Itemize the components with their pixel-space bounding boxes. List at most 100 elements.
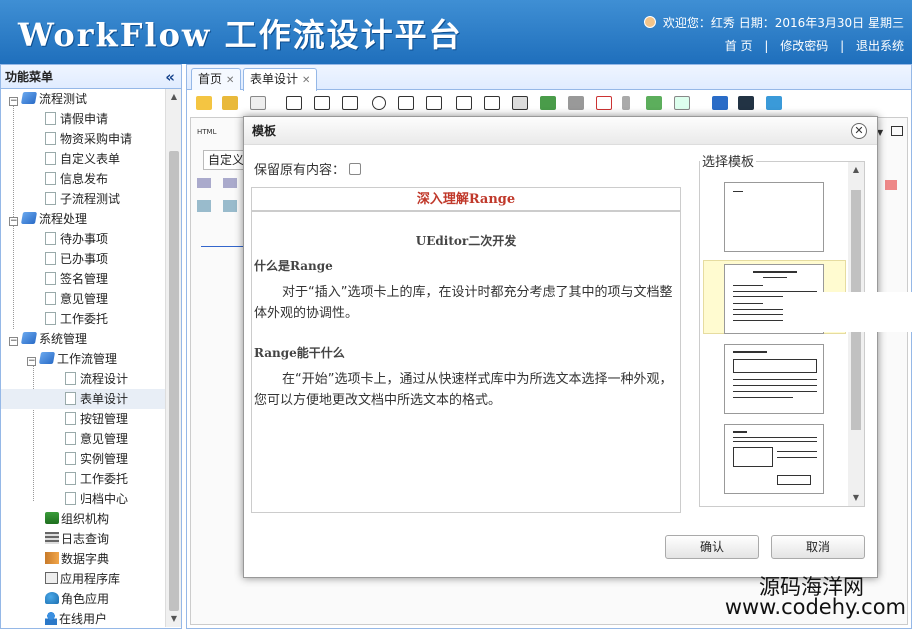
sidebar-item-flow-test[interactable]: − 流程测试 xyxy=(1,89,181,109)
sidebar-item-purchase-request[interactable]: 物资采购申请 xyxy=(1,129,181,149)
watermark-url: www.codehy.com xyxy=(724,595,906,619)
dictionary-picker-icon[interactable] xyxy=(568,96,584,110)
html-source-icon[interactable]: HTML xyxy=(197,128,216,136)
sidebar-item-organization[interactable]: 组织机构 xyxy=(1,509,181,529)
publish-icon[interactable] xyxy=(766,96,782,110)
subtable-icon[interactable] xyxy=(674,96,690,110)
calendar-icon[interactable] xyxy=(596,96,612,110)
page-icon xyxy=(65,452,76,465)
template-list-legend: 选择模板 xyxy=(700,151,757,170)
collapse-toggle-icon[interactable]: − xyxy=(9,337,18,346)
sidebar-item-done[interactable]: 已办事项 xyxy=(1,249,181,269)
link-separator: | xyxy=(764,39,769,53)
template-option[interactable] xyxy=(724,424,824,494)
sidebar-item-workflow-admin[interactable]: − 工作流管理 xyxy=(1,349,181,369)
save-as-icon[interactable] xyxy=(738,96,754,110)
cancel-button[interactable]: 取消 xyxy=(771,535,865,559)
scroll-thumb[interactable] xyxy=(169,151,179,611)
sidebar-item-flow-handling[interactable]: − 流程处理 xyxy=(1,209,181,229)
preview-title: 深入理解Range xyxy=(252,188,680,212)
sidebar-item-subflow-test[interactable]: 子流程测试 xyxy=(1,189,181,209)
sidebar-item-opinion-admin[interactable]: 意见管理 xyxy=(1,429,181,449)
sidebar-item-label: 在线用户 xyxy=(59,612,108,626)
sidebar-item-data-dictionary[interactable]: 数据字典 xyxy=(1,549,181,569)
sidebar-item-opinion[interactable]: 意见管理 xyxy=(1,289,181,309)
sidebar-item-delegation[interactable]: 工作委托 xyxy=(1,309,181,329)
home-link[interactable]: 首 页 xyxy=(725,39,753,53)
sidebar-item-leave-request[interactable]: 请假申请 xyxy=(1,109,181,129)
page-icon xyxy=(65,492,76,505)
sidebar-item-custom-form[interactable]: 自定义表单 xyxy=(1,149,181,169)
logout-link[interactable]: 退出系统 xyxy=(856,39,904,53)
sidebar-item-label: 系统管理 xyxy=(39,332,88,346)
sidebar-item-label: 待办事项 xyxy=(60,232,109,246)
grid-icon[interactable] xyxy=(250,96,266,110)
preview-paragraph: 在“开始”选项卡上，通过从快速样式库中为所选文本选择一种外观，您可以方便地更改文… xyxy=(254,372,673,408)
label-icon[interactable] xyxy=(484,96,500,110)
sidebar-item-info-publish[interactable]: 信息发布 xyxy=(1,169,181,189)
scroll-down-icon[interactable]: ▼ xyxy=(848,490,864,506)
page-icon xyxy=(45,292,56,305)
font-size-icon[interactable] xyxy=(197,200,211,212)
scroll-up-icon[interactable]: ▲ xyxy=(166,89,182,105)
sidebar-item-app-library[interactable]: 应用程序库 xyxy=(1,569,181,589)
sidebar-scrollbar[interactable]: ▲ ▼ xyxy=(165,89,181,627)
change-password-link[interactable]: 修改密码 xyxy=(780,39,828,53)
checkbox-icon[interactable] xyxy=(398,96,414,110)
radio-icon[interactable] xyxy=(372,96,386,110)
open-folder-icon[interactable] xyxy=(222,96,238,110)
scroll-up-icon[interactable]: ▲ xyxy=(848,162,864,178)
new-folder-icon[interactable] xyxy=(196,96,212,110)
sidebar-item-archive[interactable]: 归档中心 xyxy=(1,489,181,509)
textbox-icon[interactable] xyxy=(286,96,302,110)
sidebar-item-flow-design[interactable]: 流程设计 xyxy=(1,369,181,389)
template-scrollbar[interactable]: ▲ ▼ xyxy=(848,162,864,506)
sidebar-item-todo[interactable]: 待办事项 xyxy=(1,229,181,249)
sidebar-item-online-users[interactable]: 在线用户 xyxy=(1,609,181,627)
align-left-icon[interactable] xyxy=(197,178,211,188)
sidebar-item-form-design[interactable]: 表单设计 xyxy=(1,389,181,409)
sidebar-item-signature[interactable]: 签名管理 xyxy=(1,269,181,289)
template-option[interactable] xyxy=(724,344,824,414)
sidebar-item-system-admin[interactable]: − 系统管理 xyxy=(1,329,181,349)
close-icon[interactable]: ✕ xyxy=(851,123,867,139)
fullscreen-icon[interactable] xyxy=(891,126,903,136)
collapse-toggle-icon[interactable]: − xyxy=(9,217,18,226)
select-icon[interactable] xyxy=(456,96,472,110)
template-preview: 深入理解Range UEditor二次开发 什么是Range 对于“插入”选项卡… xyxy=(251,187,681,513)
extra-tool-icon[interactable] xyxy=(885,180,897,190)
dialog-header: 模板 ✕ xyxy=(244,117,877,145)
sidebar-item-role-app[interactable]: 角色应用 xyxy=(1,589,181,609)
attachment-icon[interactable] xyxy=(622,96,630,110)
collapse-sidebar-icon[interactable]: « xyxy=(165,65,175,89)
insert-table-icon[interactable] xyxy=(223,200,237,212)
sidebar-item-button-admin[interactable]: 按钮管理 xyxy=(1,409,181,429)
save-icon[interactable] xyxy=(712,96,728,110)
keep-content-checkbox[interactable] xyxy=(349,163,362,175)
scroll-down-icon[interactable]: ▼ xyxy=(166,611,182,627)
hidden-field-icon[interactable] xyxy=(342,96,358,110)
collapse-toggle-icon[interactable]: − xyxy=(27,357,36,366)
sidebar-item-instance-admin[interactable]: 实例管理 xyxy=(1,449,181,469)
page-icon xyxy=(45,172,56,185)
sidebar-item-work-delegation[interactable]: 工作委托 xyxy=(1,469,181,489)
org-picker-icon[interactable] xyxy=(540,96,556,110)
button-icon[interactable] xyxy=(512,96,528,110)
align-center-icon[interactable] xyxy=(223,178,237,188)
table-icon[interactable] xyxy=(646,96,662,110)
preview-paragraph: 对于“插入”选项卡上的库，在设计时都充分考虑了其中的项与文档整体外观的协调性。 xyxy=(254,285,673,321)
template-option[interactable] xyxy=(724,182,824,252)
date-field-icon[interactable] xyxy=(426,96,442,110)
tab-home[interactable]: 首页 ✕ xyxy=(191,68,242,90)
page-icon xyxy=(65,372,76,385)
tab-form-design[interactable]: 表单设计 ✕ xyxy=(243,68,318,91)
sidebar-item-log-query[interactable]: 日志查询 xyxy=(1,529,181,549)
tab-close-icon[interactable]: ✕ xyxy=(226,75,234,86)
sidebar-item-label: 已办事项 xyxy=(60,252,109,266)
collapse-toggle-icon[interactable]: − xyxy=(9,97,18,106)
tab-close-icon[interactable]: ✕ xyxy=(302,75,310,86)
textarea-icon[interactable] xyxy=(314,96,330,110)
organization-icon xyxy=(45,512,59,524)
tab-label: 表单设计 xyxy=(250,72,299,86)
confirm-button[interactable]: 确认 xyxy=(665,535,759,559)
